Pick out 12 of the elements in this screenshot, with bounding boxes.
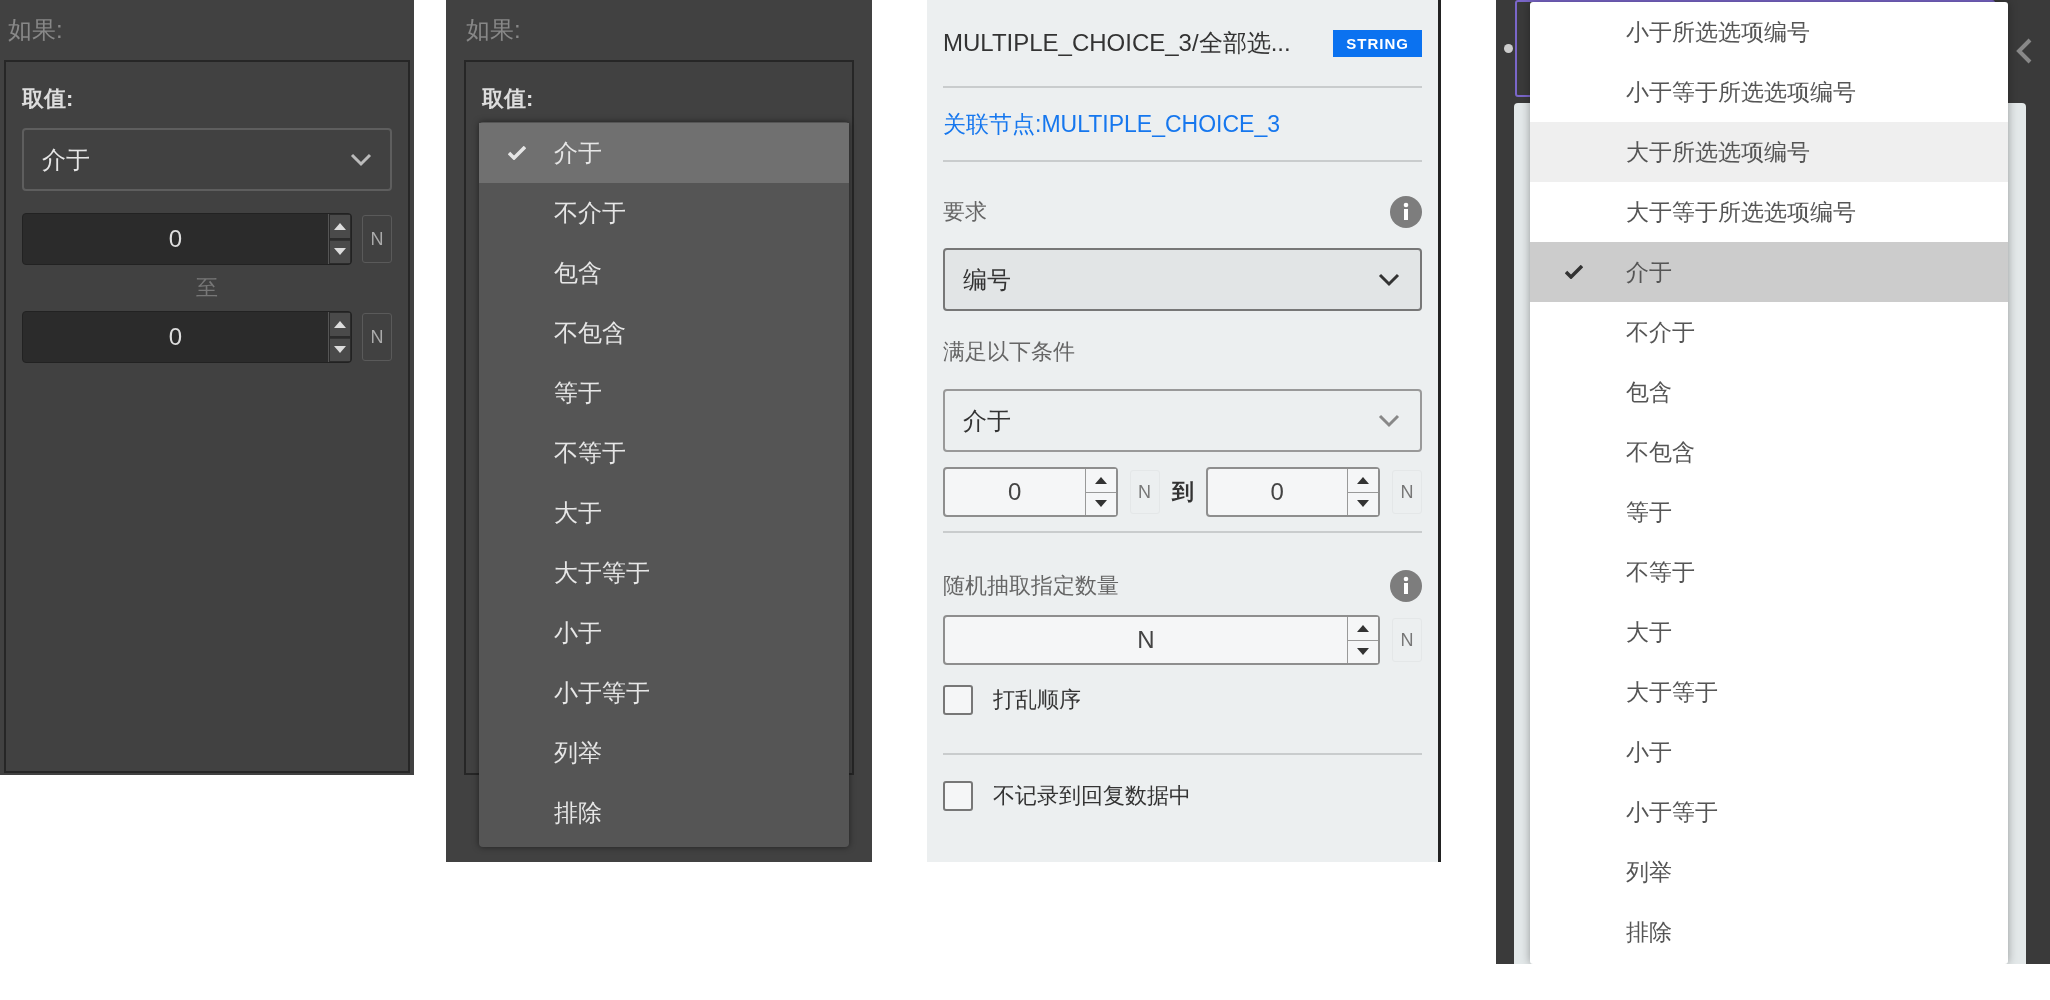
section-label: 如果:	[7, 15, 64, 45]
field-label: 满足以下条件	[943, 338, 1075, 366]
checkbox-label: 不记录到回复数据中	[993, 782, 1191, 810]
panel-title: MULTIPLE_CHOICE_3/全部选...	[943, 28, 1291, 58]
field-label: 要求	[943, 198, 987, 226]
field-label: 随机抽取指定数量	[943, 572, 1119, 600]
checkbox-label: 打乱顺序	[993, 686, 1081, 714]
range-separator: 到	[1171, 478, 1194, 506]
field-label: 取值:	[482, 85, 535, 113]
type-badge: STRING	[1333, 29, 1422, 57]
field-label: 取值:	[22, 85, 75, 113]
section-label: 如果:	[465, 15, 522, 45]
